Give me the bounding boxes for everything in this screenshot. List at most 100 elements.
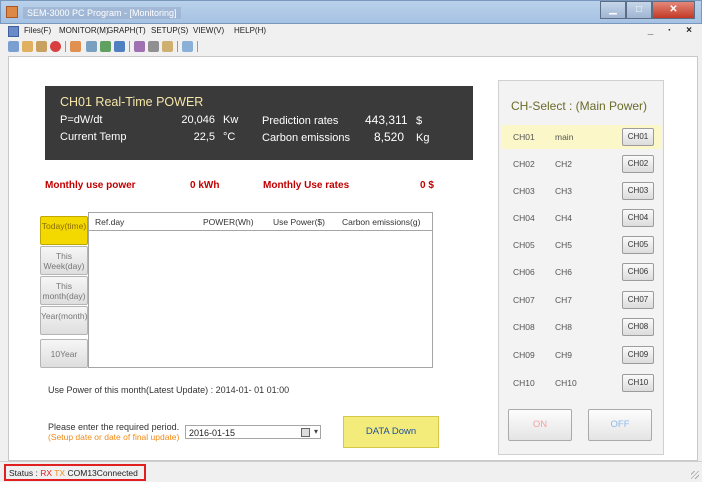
channel-row-ch10: CH10 CH10 CH10: [502, 371, 662, 395]
data-down-button[interactable]: DATA Down: [343, 416, 439, 448]
menu-bar: Files(F) MONITOR(M) GRAPH(T) SETUP(S) VI…: [0, 24, 702, 39]
status-label: Status :: [9, 468, 38, 478]
resize-grip-icon[interactable]: [691, 471, 699, 479]
channel-number: CH02: [513, 159, 535, 169]
latest-update-text: Use Power of this month(Latest Update) :…: [48, 385, 290, 395]
channel-button-ch06[interactable]: CH06: [622, 263, 654, 281]
temp-unit: °C: [223, 131, 236, 143]
carbon-value: 8,520: [374, 130, 405, 144]
app-icon: [6, 6, 18, 18]
monthly-power-label: Monthly use power: [45, 180, 136, 191]
channel-name: CH7: [555, 295, 573, 305]
period-prompt: Please enter the required period.: [48, 422, 180, 432]
channel-row-ch05: CH05 CH5 CH05: [502, 233, 662, 257]
stop-icon[interactable]: [50, 41, 61, 52]
window-icon[interactable]: [182, 41, 193, 52]
channel-button-ch01[interactable]: CH01: [622, 128, 654, 146]
chevron-down-icon[interactable]: ▾: [314, 427, 318, 436]
channel-button-ch07[interactable]: CH07: [622, 291, 654, 309]
channel-number: CH01: [513, 132, 535, 142]
edit-icon[interactable]: [162, 41, 173, 52]
window-controls: ▁ □ ✕: [600, 1, 695, 19]
channel-row-ch09: CH09 CH9 CH09: [502, 343, 662, 367]
period-year-button[interactable]: Year(month): [40, 306, 88, 335]
channel-row-ch03: CH03 CH3 CH03: [502, 179, 662, 203]
menu-graph[interactable]: GRAPH(T): [107, 26, 146, 35]
channel-row-ch06: CH06 CH6 CH06: [502, 260, 662, 284]
power-label: P=dW/dt: [60, 114, 103, 126]
usage-table[interactable]: Ref.day POWER(Wh) Use Power($) Carbon em…: [88, 212, 433, 368]
monthly-rates-value: 0 $: [420, 180, 434, 191]
channel-name: CH5: [555, 240, 573, 250]
pen-icon[interactable]: [8, 41, 19, 52]
column-header-use-power[interactable]: Use Power($): [273, 217, 325, 227]
channel-button-ch10[interactable]: CH10: [622, 374, 654, 392]
off-button[interactable]: OFF: [588, 409, 652, 441]
period-hint: (Setup date or date of final update): [48, 432, 180, 442]
window-title: SEM-3000 PC Program - [Monitoring]: [23, 7, 181, 19]
date-value: 2016-01-15: [189, 428, 236, 438]
menu-monitor[interactable]: MONITOR(M): [59, 26, 109, 35]
channel-number: CH10: [513, 378, 535, 388]
realtime-power-panel: CH01 Real-Time POWER P=dW/dt 20,046 Kw C…: [45, 86, 473, 160]
channel-name: CH3: [555, 186, 573, 196]
gear-icon[interactable]: [148, 41, 159, 52]
prediction-value: 443,311: [365, 113, 408, 127]
calendar-icon[interactable]: [301, 428, 310, 437]
channel-number: CH03: [513, 186, 535, 196]
menu-files[interactable]: Files(F): [24, 26, 51, 35]
menu-help[interactable]: HELP(H): [234, 26, 266, 35]
channel-select-panel: CH-Select : (Main Power) CH01 main CH01 …: [498, 80, 664, 455]
column-header-carbon[interactable]: Carbon emissions(g): [342, 217, 420, 227]
channel-button-ch09[interactable]: CH09: [622, 346, 654, 364]
mdi-controls[interactable]: _ · ×: [648, 25, 698, 36]
channel-button-ch04[interactable]: CH04: [622, 209, 654, 227]
home-icon[interactable]: [70, 41, 81, 52]
column-header-refday[interactable]: Ref.day: [95, 217, 124, 227]
channel-name: CH4: [555, 213, 573, 223]
realtime-title: CH01 Real-Time POWER: [60, 95, 204, 109]
monthly-power-value: 0 kWh: [190, 180, 220, 191]
title-bar: SEM-3000 PC Program - [Monitoring] ▁ □ ✕: [0, 0, 702, 24]
channel-button-ch02[interactable]: CH02: [622, 155, 654, 173]
on-button[interactable]: ON: [508, 409, 572, 441]
prediction-unit: $: [416, 115, 423, 127]
channel-button-ch08[interactable]: CH08: [622, 318, 654, 336]
minimize-icon[interactable]: ▁: [600, 1, 626, 19]
channel-select-title: CH-Select : (Main Power): [511, 99, 648, 113]
maximize-icon[interactable]: □: [626, 1, 652, 19]
chart-icon[interactable]: [86, 41, 97, 52]
document-icon[interactable]: [8, 26, 19, 37]
channel-number: CH05: [513, 240, 535, 250]
channel-name: CH2: [555, 159, 573, 169]
channel-number: CH04: [513, 213, 535, 223]
menu-view[interactable]: VIEW(V): [193, 26, 224, 35]
channel-button-ch05[interactable]: CH05: [622, 236, 654, 254]
brush-icon[interactable]: [22, 41, 33, 52]
column-header-power[interactable]: POWER(Wh): [203, 217, 254, 227]
line-chart-icon[interactable]: [100, 41, 111, 52]
channel-row-ch08: CH08 CH8 CH08: [502, 315, 662, 339]
toolbar-separator: [177, 41, 178, 52]
period-month-button[interactable]: This month(day): [40, 276, 88, 305]
period-week-button[interactable]: This Week(day): [40, 246, 88, 275]
channel-name: CH6: [555, 267, 573, 277]
print-icon[interactable]: [134, 41, 145, 52]
channel-row-ch04: CH04 CH4 CH04: [502, 206, 662, 230]
channel-name: CH9: [555, 350, 573, 360]
bar-chart-icon[interactable]: [114, 41, 125, 52]
status-text: COM13Connected: [67, 468, 138, 478]
channel-number: CH07: [513, 295, 535, 305]
menu-setup[interactable]: SETUP(S): [151, 26, 188, 35]
status-bar: Status : RX TX COM13Connected: [0, 461, 702, 482]
period-10year-button[interactable]: 10Year: [40, 339, 88, 368]
table-header: Ref.day POWER(Wh) Use Power($) Carbon em…: [89, 213, 432, 231]
close-icon[interactable]: ✕: [652, 1, 695, 19]
settings-icon[interactable]: [36, 41, 47, 52]
channel-button-ch03[interactable]: CH03: [622, 182, 654, 200]
temp-value: 22,5: [193, 131, 215, 143]
channel-row-ch07: CH07 CH7 CH07: [502, 288, 662, 312]
period-today-button[interactable]: Today(time): [40, 216, 88, 245]
channel-row-ch02: CH02 CH2 CH02: [502, 152, 662, 176]
date-picker[interactable]: 2016-01-15 ▾: [185, 425, 321, 439]
